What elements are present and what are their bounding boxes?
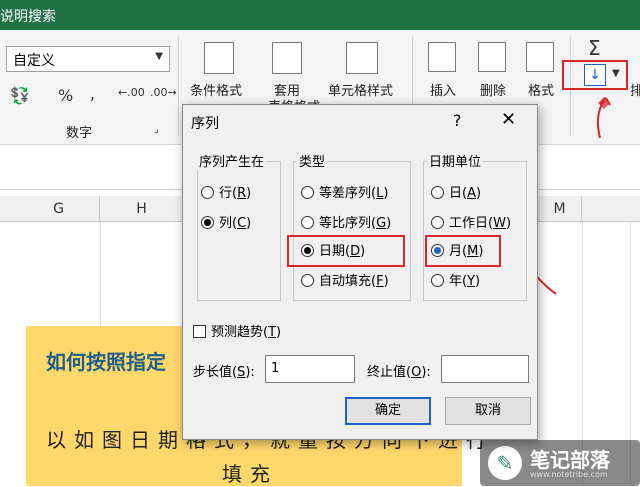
- radio-linear[interactable]: 等差序列(L): [301, 185, 388, 203]
- radio-autofill[interactable]: 自动填充(F): [301, 273, 389, 291]
- radio-indicator: [431, 274, 444, 287]
- comma-button[interactable]: ,: [90, 84, 95, 103]
- percent-button[interactable]: %: [58, 86, 73, 105]
- watermark-url: www.notetribe.com: [530, 470, 608, 479]
- help-button[interactable]: ?: [453, 111, 462, 130]
- radio-year[interactable]: 年(Y): [431, 273, 480, 291]
- step-value-input[interactable]: 1: [265, 355, 355, 383]
- date-unit-label: 日期单位: [427, 151, 484, 170]
- dialog-title: 序列: [191, 116, 219, 132]
- radio-indicator: [201, 216, 214, 229]
- fill-down-icon[interactable]: ↓: [584, 64, 606, 86]
- format-cells-icon[interactable]: [526, 42, 554, 72]
- radio-indicator: [301, 274, 314, 287]
- trend-checkbox[interactable]: 预测趋势(T): [193, 321, 281, 340]
- radio-indicator: [431, 216, 444, 229]
- ribbon-separator: [178, 36, 179, 136]
- cell-styles-button[interactable]: 单元格样式: [328, 80, 393, 99]
- insert-button[interactable]: 插入: [430, 80, 456, 99]
- radio-indicator: [431, 186, 444, 199]
- stop-value-label: 终止值(O):: [367, 365, 431, 380]
- title-bar: 说明搜索: [0, 0, 640, 30]
- sheet-body-text-2: 填充: [222, 462, 278, 486]
- step-value-label: 步长值(S):: [193, 365, 255, 380]
- number-group-label: 数字: [66, 126, 93, 141]
- cancel-button[interactable]: 取消: [445, 397, 531, 425]
- format-button[interactable]: 格式: [528, 80, 554, 99]
- annotation-arrow-icon: [597, 97, 611, 139]
- column-header-g[interactable]: G: [18, 196, 100, 222]
- radio-indicator: [201, 186, 214, 199]
- conditional-format-button[interactable]: 条件格式: [190, 80, 242, 99]
- increase-decimal-button[interactable]: ←.00: [118, 86, 145, 99]
- radio-day[interactable]: 日(A): [431, 185, 481, 203]
- chevron-down-icon[interactable]: ▼: [612, 68, 620, 79]
- dialog-launcher-icon[interactable]: ⌟: [154, 124, 159, 135]
- radio-rows[interactable]: 行(R): [201, 185, 251, 203]
- close-icon[interactable]: ✕: [501, 109, 516, 130]
- cell-styles-icon[interactable]: [346, 42, 378, 74]
- ok-button[interactable]: 确定: [345, 397, 431, 425]
- accounting-format-icon[interactable]: 💱: [10, 86, 30, 105]
- radio-columns[interactable]: 列(C): [201, 215, 251, 233]
- column-header-h[interactable]: H: [100, 196, 184, 222]
- delete-cells-icon[interactable]: [478, 42, 506, 72]
- autosum-button[interactable]: Σ: [588, 36, 601, 60]
- decrease-decimal-button[interactable]: .00→: [150, 86, 177, 99]
- radio-indicator: [301, 216, 314, 229]
- series-in-label: 序列产生在: [197, 151, 267, 170]
- chevron-down-icon: ▼: [155, 51, 163, 62]
- format-as-table-icon[interactable]: [272, 42, 302, 74]
- type-label: 类型: [297, 151, 328, 170]
- sheet-title-text: 如何按照指定: [46, 350, 166, 374]
- radio-growth[interactable]: 等比序列(G): [301, 215, 391, 233]
- month-option-highlight: [425, 235, 501, 267]
- delete-button[interactable]: 删除: [480, 80, 506, 99]
- column-header-m[interactable]: M: [538, 196, 582, 222]
- date-option-highlight: [287, 235, 405, 267]
- title-text: 说明搜索: [0, 9, 56, 25]
- sort-filter-button[interactable]: 排: [630, 80, 640, 99]
- radio-indicator: [301, 186, 314, 199]
- radio-weekday[interactable]: 工作日(W): [431, 215, 511, 233]
- pen-logo-icon: ✎: [488, 446, 522, 480]
- watermark-name: 笔记部落: [530, 448, 610, 472]
- watermark: ✎ 笔记部落 www.notetribe.com: [480, 440, 640, 486]
- checkbox-indicator: [193, 325, 206, 338]
- series-dialog: 序列 ? ✕ 序列产生在 行(R) 列(C) 类型 等差序列(L) 等比序列(G…: [182, 104, 538, 440]
- conditional-format-icon[interactable]: [204, 42, 234, 74]
- number-format-select[interactable]: 自定义 ▼: [6, 46, 170, 72]
- insert-cells-icon[interactable]: [428, 42, 456, 72]
- stop-value-input[interactable]: [441, 355, 529, 383]
